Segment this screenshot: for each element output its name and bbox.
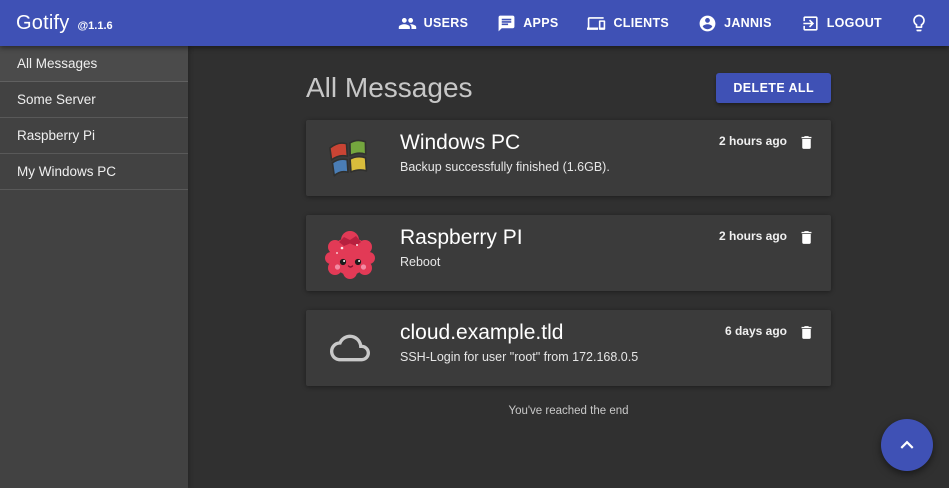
delete-all-button[interactable]: DELETE ALL [716, 73, 831, 103]
trash-icon [798, 228, 815, 247]
nav-users-label: USERS [424, 16, 469, 30]
nav-logout-button[interactable]: LOGOUT [801, 14, 882, 33]
logout-icon [801, 14, 820, 33]
devices-icon [587, 14, 606, 33]
chat-icon [497, 14, 516, 33]
raspberry-icon [322, 225, 378, 281]
version-label: @1.1.6 [77, 20, 112, 32]
trash-icon [798, 133, 815, 152]
theme-toggle-button[interactable] [909, 13, 929, 33]
message-app-name: Raspberry PI [400, 226, 719, 250]
message-timestamp: 2 hours ago [719, 229, 787, 243]
sidebar-item-label: Raspberry Pi [17, 128, 95, 143]
appbar: Gotify @1.1.6 USERS APPS CLIENTS JANNIS … [0, 0, 949, 46]
message-app-name: Windows PC [400, 131, 719, 155]
cloud-icon [322, 320, 378, 376]
message-app-name: cloud.example.tld [400, 321, 725, 345]
chevron-up-icon [894, 432, 920, 458]
sidebar-item-some-server[interactable]: Some Server [0, 82, 188, 118]
trash-icon [798, 323, 815, 342]
sidebar-item-all-messages[interactable]: All Messages [0, 46, 188, 82]
message-body: SSH-Login for user "root" from 172.168.0… [400, 350, 725, 364]
delete-message-button[interactable] [798, 228, 815, 247]
nav-logout-label: LOGOUT [827, 16, 882, 30]
nav-users-button[interactable]: USERS [398, 14, 469, 33]
users-group-icon [398, 14, 417, 33]
nav-user-account-button[interactable]: JANNIS [698, 14, 772, 33]
delete-message-button[interactable] [798, 323, 815, 342]
nav-clients-label: CLIENTS [613, 16, 669, 30]
message-card: Raspberry PI Reboot 2 hours ago [306, 215, 831, 291]
nav-apps-label: APPS [523, 16, 558, 30]
sidebar: All Messages Some Server Raspberry Pi My… [0, 46, 188, 488]
message-timestamp: 6 days ago [725, 324, 787, 338]
sidebar-item-label: All Messages [17, 56, 97, 71]
page-title: All Messages [306, 72, 473, 104]
sidebar-item-label: My Windows PC [17, 164, 116, 179]
message-body: Reboot [400, 255, 719, 269]
message-text: Raspberry PI Reboot [400, 215, 719, 291]
message-meta: 6 days ago [725, 310, 815, 386]
nav-username-label: JANNIS [724, 16, 772, 30]
brand-title: Gotify [16, 12, 69, 35]
lightbulb-icon [909, 13, 929, 33]
nav-apps-button[interactable]: APPS [497, 14, 558, 33]
message-text: Windows PC Backup successfully finished … [400, 120, 719, 196]
account-circle-icon [698, 14, 717, 33]
sidebar-item-raspberry-pi[interactable]: Raspberry Pi [0, 118, 188, 154]
end-of-list-text: You've reached the end [306, 405, 831, 417]
main-content: All Messages DELETE ALL Windows PC Backu… [188, 46, 949, 488]
sidebar-item-my-windows-pc[interactable]: My Windows PC [0, 154, 188, 190]
windows-logo-icon [322, 130, 378, 186]
message-meta: 2 hours ago [719, 120, 815, 196]
scroll-to-top-button[interactable] [881, 419, 933, 471]
message-timestamp: 2 hours ago [719, 134, 787, 148]
message-card: cloud.example.tld SSH-Login for user "ro… [306, 310, 831, 386]
sidebar-item-label: Some Server [17, 92, 96, 107]
page-header: All Messages DELETE ALL [306, 72, 831, 104]
message-text: cloud.example.tld SSH-Login for user "ro… [400, 310, 725, 386]
message-card: Windows PC Backup successfully finished … [306, 120, 831, 196]
delete-message-button[interactable] [798, 133, 815, 152]
message-meta: 2 hours ago [719, 215, 815, 291]
nav-clients-button[interactable]: CLIENTS [587, 14, 669, 33]
message-body: Backup successfully finished (1.6GB). [400, 160, 719, 174]
